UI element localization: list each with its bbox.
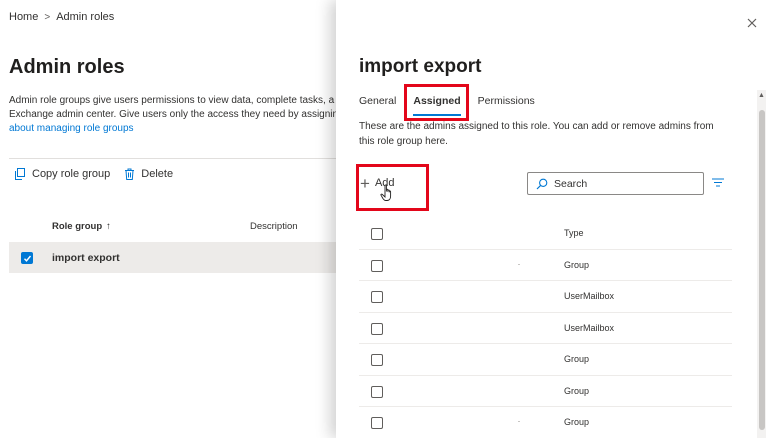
list-item[interactable]: Group bbox=[359, 250, 732, 281]
row-type: Group bbox=[564, 259, 590, 270]
checkmark-icon bbox=[23, 255, 31, 262]
scroll-up-icon[interactable]: ▲ bbox=[758, 92, 765, 99]
row-checkbox[interactable] bbox=[371, 322, 383, 335]
list-item[interactable]: UserMailbox bbox=[359, 281, 732, 313]
assigned-admins-list: Type Group UserMailbox UserMailbox Group… bbox=[359, 218, 732, 438]
panel-title: import export bbox=[359, 56, 482, 77]
tab-permissions-label: Permissions bbox=[477, 95, 535, 107]
breadcrumb-separator: > bbox=[44, 11, 51, 23]
search-icon bbox=[536, 178, 548, 189]
tab-general-label: General bbox=[359, 95, 397, 107]
list-item[interactable]: Group bbox=[359, 344, 732, 376]
breadcrumb-home[interactable]: Home bbox=[9, 11, 38, 23]
delete-button[interactable]: Delete bbox=[124, 168, 173, 180]
learn-more-link[interactable]: about managing role groups bbox=[9, 122, 339, 136]
close-icon[interactable] bbox=[745, 16, 759, 30]
column-header-description[interactable]: Description bbox=[250, 221, 298, 232]
list-header-row: Type bbox=[359, 218, 732, 250]
select-all-checkbox[interactable] bbox=[371, 228, 383, 240]
tab-general[interactable]: General bbox=[359, 95, 396, 107]
page-title: Admin roles bbox=[9, 56, 125, 78]
copy-role-group-button[interactable]: Copy role group bbox=[14, 168, 110, 180]
breadcrumb: Home > Admin roles bbox=[9, 11, 114, 23]
row-checkbox[interactable] bbox=[371, 385, 383, 398]
delete-label: Delete bbox=[141, 168, 174, 180]
scrollbar-thumb[interactable] bbox=[759, 110, 765, 430]
row-type: UserMailbox bbox=[564, 322, 615, 333]
row-type: Group bbox=[564, 417, 590, 427]
row-type: Group bbox=[564, 385, 590, 396]
list-item[interactable]: Group bbox=[359, 376, 732, 407]
filter-icon[interactable] bbox=[712, 178, 724, 187]
description-line-2: Exchange admin center. Give users only t… bbox=[9, 109, 339, 120]
row-type: Group bbox=[564, 354, 590, 364]
row-checkbox[interactable] bbox=[371, 354, 383, 366]
column-header-type[interactable]: Type bbox=[564, 228, 584, 238]
copy-role-group-label: Copy role group bbox=[32, 168, 111, 180]
row-checkbox[interactable] bbox=[371, 417, 383, 429]
role-group-header-label: Role group bbox=[52, 221, 103, 232]
redacted-name bbox=[518, 421, 520, 422]
list-item[interactable]: UserMailbox bbox=[359, 313, 732, 344]
highlight-add-button bbox=[356, 164, 429, 211]
redacted-name bbox=[518, 263, 520, 265]
column-header-role-group[interactable]: Role group ↑ bbox=[52, 221, 111, 232]
page-description: Admin role groups give users permissions… bbox=[9, 94, 339, 136]
divider bbox=[9, 158, 339, 159]
description-line-1: Admin role groups give users permissions… bbox=[9, 95, 335, 106]
details-panel: import export General Assigned Permissio… bbox=[336, 0, 768, 438]
highlight-assigned-tab bbox=[404, 84, 469, 121]
search-placeholder: Search bbox=[554, 177, 588, 190]
role-group-name[interactable]: import export bbox=[52, 252, 120, 264]
panel-description: These are the admins assigned to this ro… bbox=[359, 121, 714, 147]
trash-icon bbox=[125, 168, 135, 180]
row-checkbox[interactable] bbox=[371, 259, 383, 272]
row-checkbox[interactable] bbox=[371, 291, 383, 303]
tab-permissions[interactable]: Permissions bbox=[478, 95, 535, 107]
sort-ascending-icon: ↑ bbox=[106, 221, 111, 232]
row-type: UserMailbox bbox=[564, 291, 615, 301]
row-checkbox[interactable] bbox=[21, 252, 33, 264]
copy-icon bbox=[15, 168, 25, 180]
command-bar: Copy role group Delete bbox=[14, 168, 173, 180]
list-item[interactable]: Group bbox=[359, 407, 732, 438]
breadcrumb-current: Admin roles bbox=[56, 11, 115, 23]
search-input[interactable]: Search bbox=[527, 172, 704, 195]
